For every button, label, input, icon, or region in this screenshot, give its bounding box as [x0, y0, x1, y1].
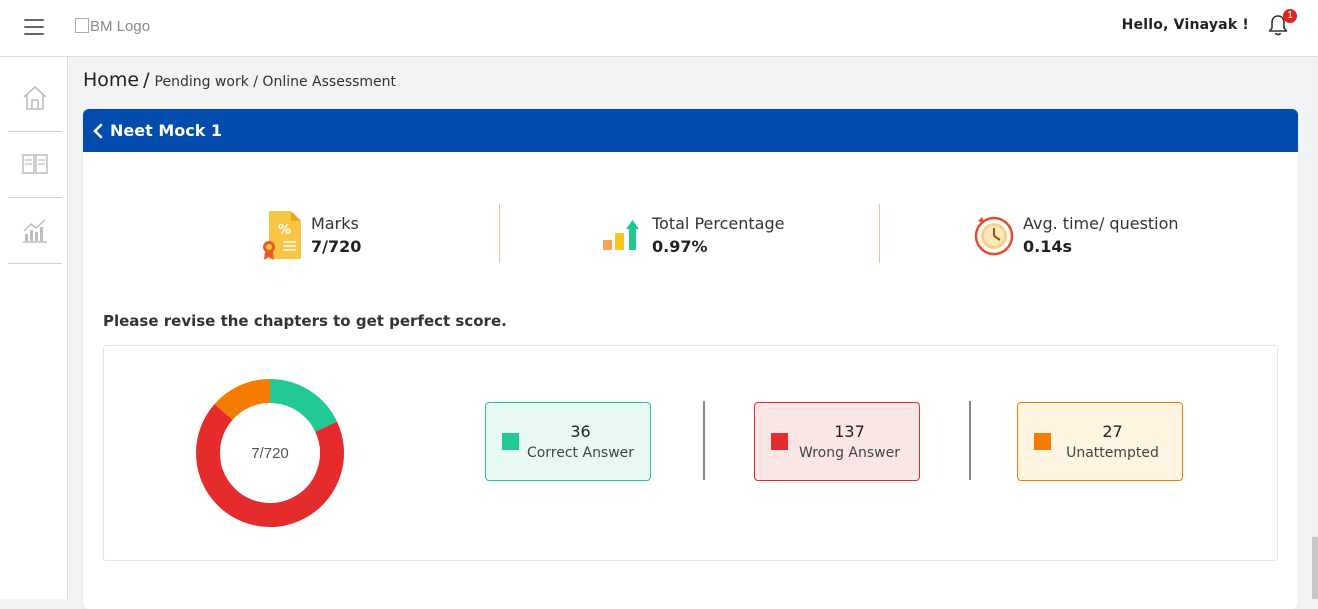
book-icon	[22, 154, 48, 174]
breadcrumb-path[interactable]: Pending work / Online Assessment	[155, 74, 397, 90]
avg-time-label: Avg. time/ question	[1023, 214, 1179, 233]
user-greeting[interactable]: Hello, Vinayak !	[1122, 17, 1249, 33]
donut-slice-correct[interactable]	[269, 379, 337, 433]
percentage-stat: Total Percentage 0.97%	[602, 205, 784, 265]
unattempted-count: 27	[1102, 422, 1123, 441]
result-panel: 7/720 36 Correct Answer 137 Wrong Answer…	[103, 345, 1278, 561]
avg-time-stat: Avg. time/ question 0.14s	[973, 205, 1179, 265]
sidebar	[0, 57, 68, 599]
marks-certificate-icon: %	[263, 211, 301, 260]
top-bar: BM Logo Hello, Vinayak ! 1	[0, 0, 1318, 57]
legend-wrong-answer: 137 Wrong Answer	[754, 402, 920, 481]
stat-divider	[879, 204, 880, 263]
correct-label: Correct Answer	[526, 445, 635, 461]
percentage-value: 0.97%	[652, 237, 708, 256]
donut-slice-unattempted[interactable]	[214, 379, 271, 421]
sidebar-item-analytics[interactable]	[8, 197, 62, 264]
scrollbar-thumb[interactable]	[1312, 537, 1318, 599]
hamburger-menu-icon[interactable]	[24, 19, 44, 35]
unattempted-label: Unattempted	[1066, 445, 1159, 461]
breadcrumb-separator: /	[143, 69, 150, 91]
marks-stat: % Marks 7/720	[261, 205, 361, 265]
page-scrollbar[interactable]	[1312, 57, 1318, 599]
svg-text:%: %	[278, 223, 291, 238]
marks-value: 7/720	[311, 237, 362, 256]
percentage-label: Total Percentage	[652, 214, 785, 233]
legend-divider	[969, 401, 971, 480]
card-header: Neet Mock 1	[83, 109, 1298, 152]
wrong-label: Wrong Answer	[798, 445, 900, 461]
correct-color-swatch	[502, 433, 519, 450]
revise-message: Please revise the chapters to get perfec…	[103, 312, 507, 330]
breadcrumb-home[interactable]: Home	[83, 69, 139, 91]
legend-divider	[703, 401, 705, 480]
avg-time-value: 0.14s	[1023, 237, 1072, 256]
score-donut-chart: 7/720	[196, 379, 344, 527]
wrong-color-swatch	[771, 433, 788, 450]
marks-label: Marks	[311, 214, 359, 233]
analytics-icon	[23, 219, 47, 243]
wrong-count: 137	[834, 422, 865, 441]
legend-unattempted: 27 Unattempted	[1017, 402, 1183, 481]
unattempted-color-swatch	[1034, 433, 1051, 450]
legend-correct-answer: 36 Correct Answer	[485, 402, 651, 481]
home-icon	[23, 85, 47, 110]
stat-divider	[499, 204, 500, 263]
assessment-card: Neet Mock 1 % Marks 7/720 Total Percenta…	[83, 109, 1298, 609]
donut-center-label: 7/720	[251, 445, 289, 462]
correct-count: 36	[570, 422, 591, 441]
broken-image-icon	[75, 18, 89, 33]
stopwatch-icon	[974, 216, 1014, 256]
sidebar-item-home[interactable]	[8, 65, 62, 132]
notification-count-badge: 1	[1283, 9, 1297, 23]
logo[interactable]: BM Logo	[75, 18, 150, 35]
sidebar-item-book[interactable]	[8, 131, 62, 198]
logo-alt-text: BM Logo	[90, 18, 151, 35]
percentage-growth-icon	[603, 220, 639, 250]
breadcrumb: Home / Pending work / Online Assessment	[83, 69, 396, 91]
assessment-title: Neet Mock 1	[110, 121, 223, 140]
back-chevron-icon[interactable]	[92, 123, 104, 139]
